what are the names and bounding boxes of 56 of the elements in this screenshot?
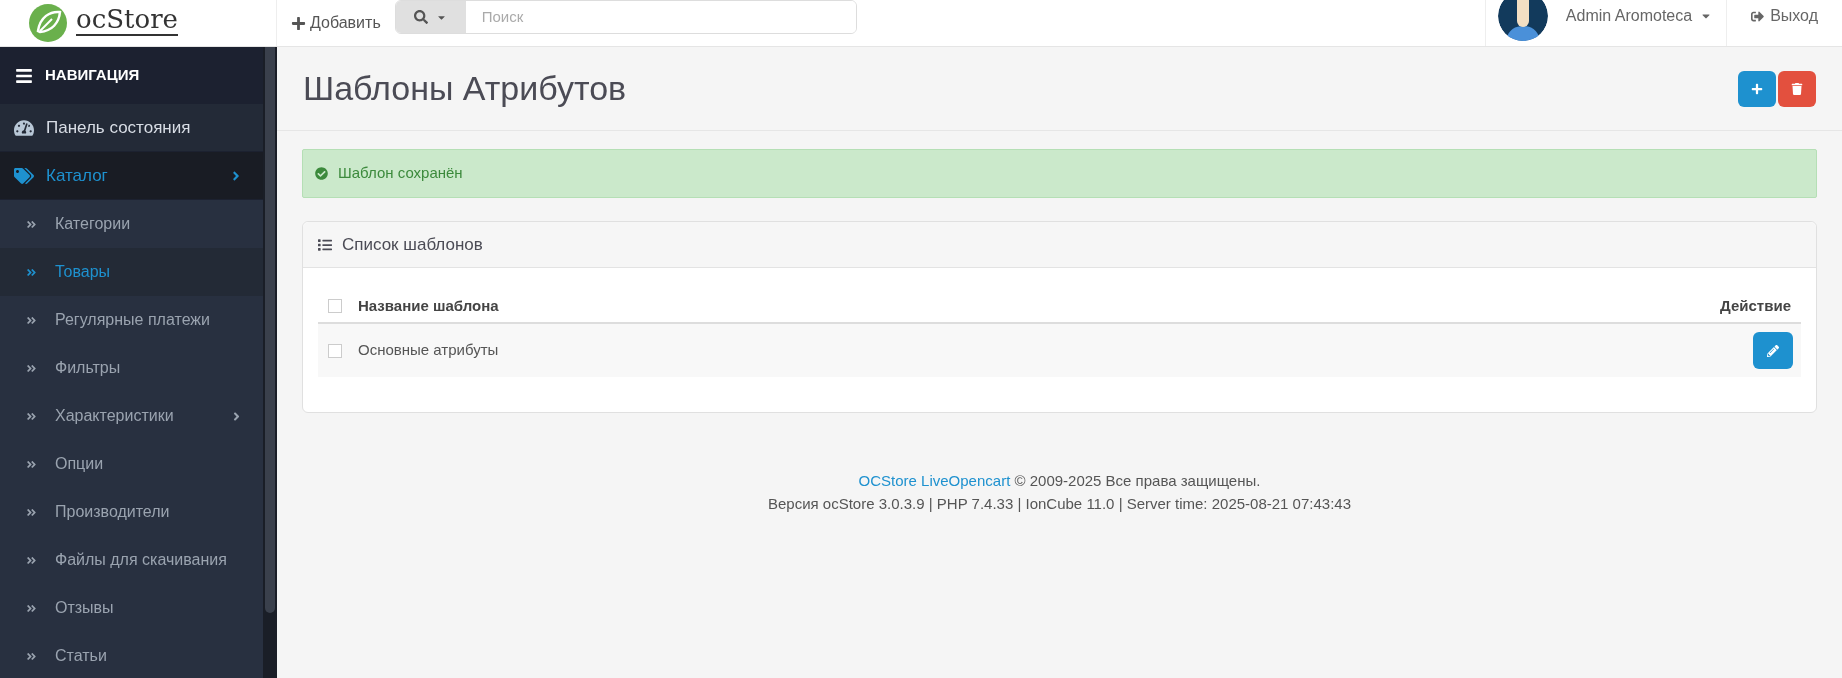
double-chevron-icon xyxy=(26,410,37,422)
column-header: Название шаблона xyxy=(358,295,500,316)
nav-subitem[interactable]: Характеристики xyxy=(0,392,263,440)
nav-subitem[interactable]: Производители xyxy=(0,488,263,536)
double-chevron-icon xyxy=(26,650,37,662)
nav-subitem[interactable]: Отзывы xyxy=(0,584,263,632)
nav-subitem[interactable]: Опции xyxy=(0,440,263,488)
trash-icon xyxy=(1791,82,1803,95)
page-title: Шаблоны Атрибутов xyxy=(303,68,628,109)
scrollbar-thumb[interactable] xyxy=(265,47,275,613)
avatar xyxy=(1497,0,1548,41)
pencil-icon xyxy=(1767,344,1779,357)
copyright-text: OCStore LiveOpencart © 2009-2025 Все права защищены. xyxy=(858,471,1261,491)
user-menu[interactable]: Admin Aromoteca xyxy=(1565,4,1713,28)
plus-icon xyxy=(1751,82,1763,95)
nav-subitem[interactable]: Товары xyxy=(0,248,263,296)
nav-subitem[interactable]: Файлы для скачивания xyxy=(0,536,263,584)
nav-subitem[interactable]: Категории xyxy=(0,200,263,248)
plus-icon xyxy=(291,15,306,31)
footer-link[interactable]: OCStore LiveOpencart xyxy=(858,472,1011,489)
delete-button[interactable] xyxy=(1778,70,1816,107)
nav-subitem[interactable]: Регулярные платежи xyxy=(0,296,263,344)
search-field[interactable]: Поиск xyxy=(394,0,857,34)
dashboard-icon xyxy=(14,117,34,138)
sidebar-title: НАВИГАЦИЯ xyxy=(45,65,140,86)
add-button[interactable]: Добавить xyxy=(277,11,395,35)
list-icon xyxy=(318,237,332,252)
double-chevron-icon xyxy=(26,602,37,614)
double-chevron-icon xyxy=(26,218,37,230)
table-cell-text: Основные атрибуты xyxy=(358,340,500,361)
nav-subitem[interactable]: Фильтры xyxy=(0,344,263,392)
menu-icon xyxy=(15,66,33,85)
double-chevron-icon xyxy=(26,506,37,518)
double-chevron-icon xyxy=(26,266,37,278)
version-text: Версия ocStore 3.0.3.9 | PHP 7.4.33 | IonCube 11.0 | Server time: 2025-08-21 07:43:43 xyxy=(768,494,1351,514)
logo-text: ocStore xyxy=(76,4,178,36)
panel-title: Список шаблонов xyxy=(342,233,483,256)
search-icon xyxy=(414,10,429,24)
edit-button[interactable] xyxy=(1753,332,1793,369)
double-chevron-icon xyxy=(26,314,37,326)
nav-subitem[interactable]: Статьи xyxy=(0,632,263,678)
alert-message: Шаблон сохранён xyxy=(338,163,463,184)
tag-icon xyxy=(14,165,34,186)
search-dropdown-button[interactable] xyxy=(395,1,466,33)
checkbox[interactable] xyxy=(328,343,342,358)
checkbox[interactable] xyxy=(328,299,342,313)
nav-item[interactable]: Панель состояния xyxy=(0,104,263,152)
nav-item[interactable]: Каталог xyxy=(0,152,263,200)
logout-icon xyxy=(1751,9,1765,23)
double-chevron-icon xyxy=(26,362,37,374)
logout-button[interactable]: Выход xyxy=(1726,0,1842,46)
column-header: Действие xyxy=(1720,295,1791,316)
double-chevron-icon xyxy=(26,458,37,470)
double-chevron-icon xyxy=(26,554,37,566)
add-button[interactable] xyxy=(1738,70,1776,107)
logo-icon xyxy=(28,3,68,43)
